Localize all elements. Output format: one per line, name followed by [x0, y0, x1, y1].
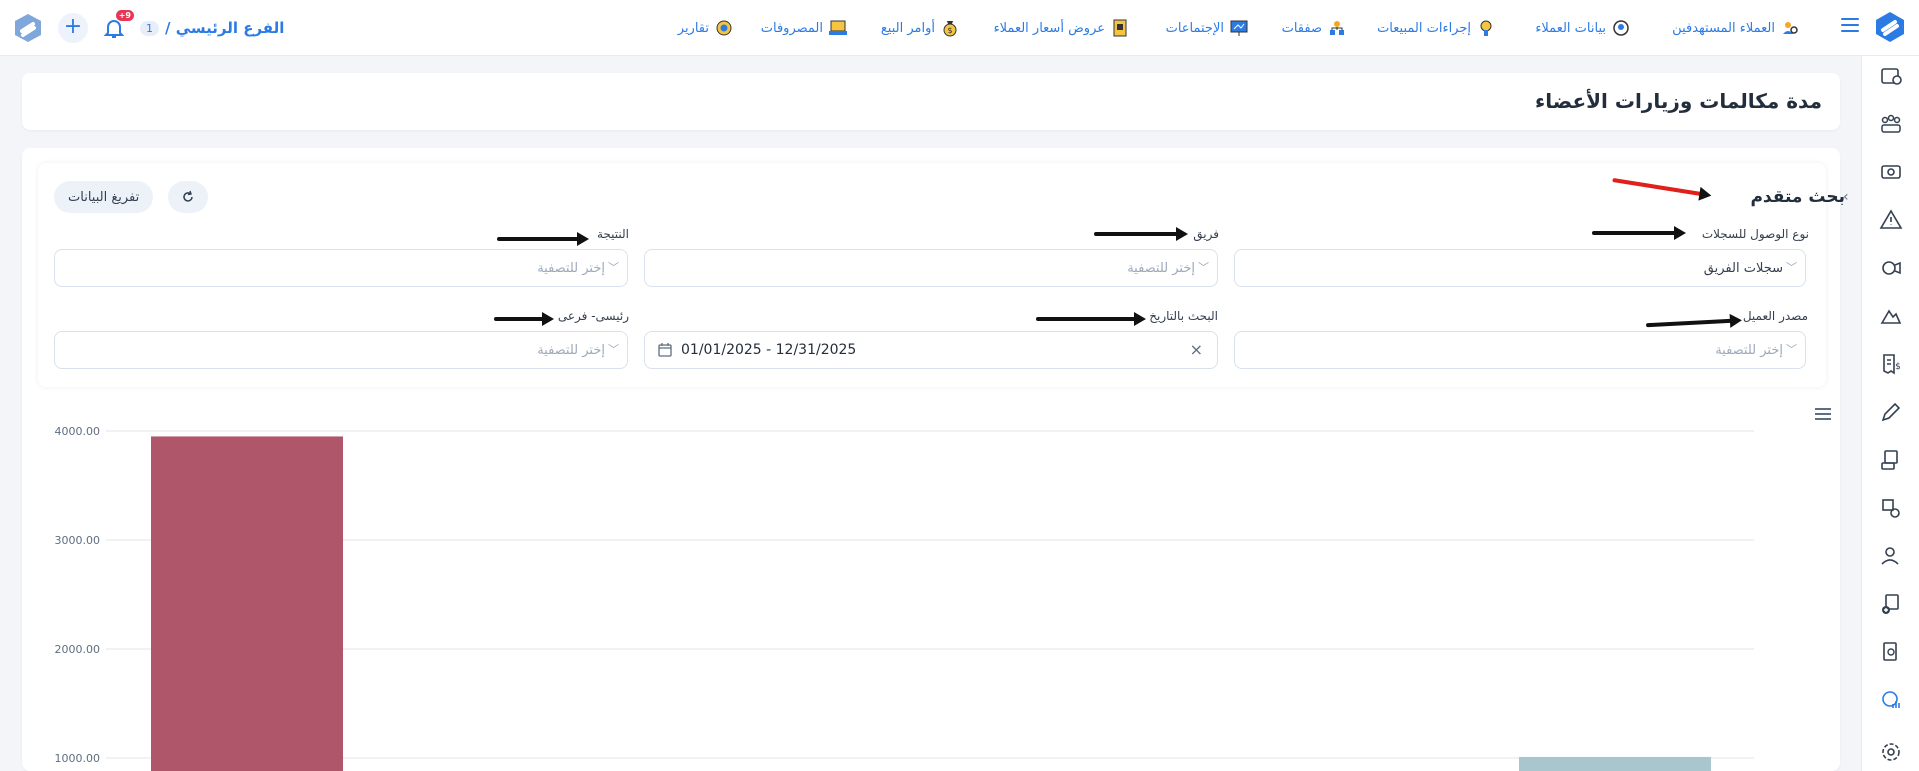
access-type-select[interactable]: ﹀ سجلات الفريق	[1234, 249, 1806, 287]
target-customers-icon	[1783, 22, 1798, 34]
add-button[interactable]: +	[58, 13, 88, 43]
nav-item-label: العملاء المستهدفين	[1672, 20, 1775, 36]
video-icon[interactable]	[1879, 256, 1903, 280]
page-title: مدة مكالمات وزيارات الأعضاء	[1535, 89, 1822, 113]
y-tick-label: 3000.00	[55, 534, 101, 547]
chart-report-icon[interactable]	[1879, 688, 1903, 712]
nav-item-expenses[interactable]: المصروفات	[761, 0, 847, 56]
nav-item-sales-procedures[interactable]: إجراءات المبيعات	[1377, 0, 1495, 56]
wallet-icon[interactable]	[1879, 64, 1903, 88]
advanced-search-title[interactable]: بحث متقدم	[1750, 187, 1845, 207]
nav-item-label: تقارير	[677, 20, 709, 36]
sales-procedures-icon	[1480, 20, 1492, 36]
nav-item-deals[interactable]: صفقات	[1282, 0, 1346, 56]
chart-bar[interactable]	[1519, 756, 1711, 771]
main-sub-label: رئيسى- فرعى	[557, 309, 629, 323]
branch-label: الفرع الرئيسي /	[165, 19, 285, 37]
quotes-icon	[1113, 19, 1127, 37]
chevron-down-icon: ﹀	[1198, 261, 1209, 274]
chevron-down-icon: ﹀	[1786, 343, 1797, 356]
document-search-icon[interactable]	[1879, 640, 1903, 664]
team-placeholder: إختر للتصفية	[1127, 261, 1195, 276]
nav-item-sales-orders[interactable]: $ أوامر البيع	[881, 0, 959, 56]
expenses-icon	[829, 20, 847, 35]
result-placeholder: إختر للتصفية	[537, 261, 605, 276]
pen-icon[interactable]	[1879, 400, 1903, 424]
chevron-down-icon: ﹀	[1786, 261, 1797, 274]
delivery-icon[interactable]	[1879, 496, 1903, 520]
chevron-down-icon: ﹀	[608, 343, 619, 356]
nav-item-customer-data[interactable]: بيانات العملاء	[1535, 0, 1630, 56]
annotation-arrow	[1592, 226, 1686, 240]
nav-item-label: الإجتماعات	[1165, 20, 1224, 36]
invoice-icon[interactable]: $	[1879, 352, 1903, 376]
nav-item-meetings[interactable]: الإجتماعات	[1166, 0, 1248, 56]
main-sub-placeholder: إختر للتصفية	[537, 343, 605, 358]
customer-data-icon	[1613, 20, 1629, 36]
access-type-label: نوع الوصول للسجلات	[1701, 227, 1809, 241]
chevron-down-icon: ﹀	[608, 261, 619, 274]
calendar-icon	[658, 343, 672, 357]
annotation-arrow	[497, 232, 589, 246]
result-select[interactable]: ﹀ إختر للتصفية	[54, 249, 628, 287]
warning-icon[interactable]	[1879, 208, 1903, 232]
nav-item-label: إجراءات المبيعات	[1377, 20, 1471, 36]
settings-gear-icon[interactable]	[1879, 740, 1903, 764]
branch-number-badge: 1	[140, 20, 159, 36]
nav-item-label: أوامر البيع	[880, 20, 935, 36]
nav-item-target-customers[interactable]: العملاء المستهدفين	[1672, 0, 1799, 56]
svg-text:$: $	[947, 26, 952, 35]
nav-item-reports[interactable]: تقارير	[678, 0, 733, 56]
deals-icon	[1330, 21, 1344, 35]
notifications-button[interactable]: +9	[102, 10, 134, 40]
date-search-label: البحث بالتاريخ	[1149, 309, 1218, 323]
team-select[interactable]: ﹀ إختر للتصفية	[644, 249, 1218, 287]
notification-badge: +9	[115, 10, 134, 21]
reports-icon	[716, 20, 732, 36]
nav-item-quotes[interactable]: عروض أسعار العملاء	[994, 0, 1129, 56]
meetings-icon	[1230, 20, 1248, 36]
team-icon[interactable]	[1879, 112, 1903, 136]
user-manage-icon[interactable]	[1879, 544, 1903, 568]
mountain-icon[interactable]	[1879, 304, 1903, 328]
svg-text:$: $	[1895, 362, 1901, 372]
nav-item-label: بيانات العملاء	[1535, 20, 1606, 36]
nav-item-label: عروض أسعار العملاء	[993, 20, 1105, 36]
branch-selector[interactable]: الفرع الرئيسي / 1	[140, 19, 284, 37]
app-logo-small-icon[interactable]	[12, 12, 44, 44]
annotation-arrow	[1094, 227, 1188, 241]
refresh-button[interactable]	[168, 181, 208, 213]
app-logo-icon[interactable]	[1873, 10, 1907, 44]
receipt-icon[interactable]	[1879, 448, 1903, 472]
team-label: فريق	[1193, 227, 1219, 241]
date-range-input[interactable]: 01/01/2025 - 12/31/2025 ×	[644, 331, 1218, 369]
money-icon[interactable]	[1879, 160, 1903, 184]
customer-source-label: مصدر العميل	[1742, 309, 1808, 323]
annotation-arrow	[494, 312, 554, 326]
sales-orders-icon: $	[943, 21, 957, 37]
right-sidebar: $	[1861, 56, 1919, 771]
y-tick-label: 1000.00	[55, 752, 101, 765]
main-sub-select[interactable]: ﹀ إختر للتصفية	[54, 331, 628, 369]
nav-item-label: صفقات	[1281, 20, 1322, 36]
page-title-card: مدة مكالمات وزيارات الأعضاء	[22, 73, 1840, 130]
y-tick-label: 4000.00	[55, 425, 101, 438]
menu-toggle-icon[interactable]	[1841, 18, 1859, 32]
top-navbar: العملاء المستهدفين بيانات العملاء إجراءا…	[0, 0, 1919, 56]
bar-chart: 4000.00 3000.00 2000.00 1000.00	[55, 425, 1754, 771]
y-tick-label: 2000.00	[55, 643, 101, 656]
add-document-icon[interactable]	[1879, 592, 1903, 616]
clear-date-icon[interactable]: ×	[1190, 340, 1203, 359]
clear-data-button[interactable]: تفريغ البيانات	[54, 181, 154, 213]
nav-item-label: المصروفات	[760, 20, 823, 36]
chart-bar[interactable]	[151, 436, 343, 771]
customer-source-select[interactable]: ﹀ إختر للتصفية	[1234, 331, 1806, 369]
access-type-value: سجلات الفريق	[1703, 261, 1783, 276]
result-label: النتيجة	[596, 227, 629, 241]
chevron-left-icon[interactable]: ‹	[1843, 189, 1857, 205]
refresh-icon	[183, 190, 193, 202]
date-range-value: 01/01/2025 - 12/31/2025	[681, 342, 857, 358]
annotation-arrow	[1036, 312, 1146, 326]
customer-source-placeholder: إختر للتصفية	[1715, 343, 1783, 358]
